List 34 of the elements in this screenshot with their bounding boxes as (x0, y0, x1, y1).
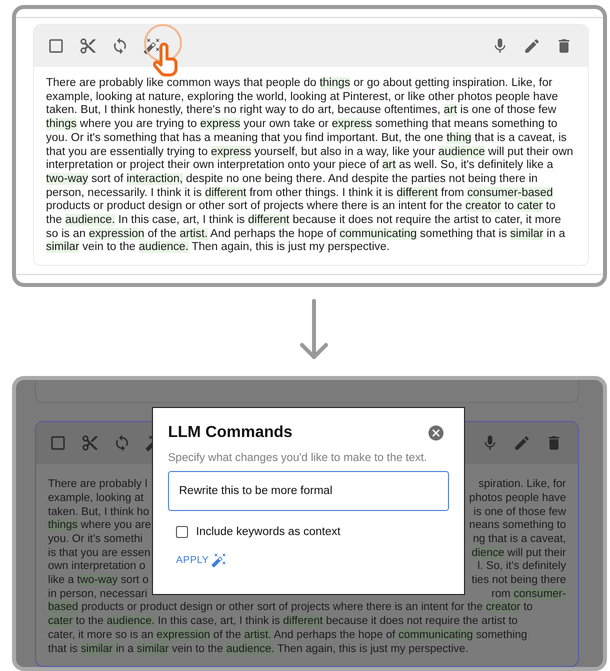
text-line: photos people have (469, 492, 566, 506)
text-line: spiration. Like, for (478, 478, 566, 492)
checkbox-label: Include keywords as context (196, 526, 340, 538)
text-line: example, looking at (48, 492, 144, 506)
scissors-icon[interactable] (78, 36, 98, 56)
apply-button[interactable]: APPLY (174, 550, 229, 570)
down-arrow-icon (298, 299, 328, 362)
text-line: rom consumer- (491, 588, 566, 602)
text-line: you. Or it's somethi (48, 532, 143, 547)
magic-wand-icon (211, 552, 227, 568)
checkbox[interactable] (176, 526, 188, 538)
text-line: neans something to (469, 519, 566, 533)
dialog-subtitle: Specify what changes you'd like to make to the text. (168, 452, 428, 464)
paragraph: There are probably like common ways that people do things or go about getting inspiration. Like, for example, looking at nature, exploring the world, looking at Pinterest, or like other photos people have taken. But, I think honestly, there's no right way to do art, because oftentimes, art is one of those few things where you are trying to express your own take or express something that means something to you. Or it's something that has a meaning that you find important. But, the one thing that is a caveat, is that you are essentially trying to express yourself, but also in a way, like your audience will put their own interpretation or project their own interpretation onto your piece of art as well. So, it's definitely like a two-way sort of interaction, despite no one being there. And despite the parties not being there in person, necessarily. I think it is different from other things. I think it is different from consumer-based products or product design or other sort of projects where there is an intent for the creator to cater to the audience. In this case, art, I think is different because it does not require the artist to cater, it more so is an expression of the artist. And perhaps the hope of communicating something that is similar in a similar vein to the audience. Then again, this is just my perspective. (45, 76, 574, 256)
close-icon[interactable] (427, 424, 445, 442)
text-line: in person, necessari (48, 588, 148, 602)
text-line: ties not being there (472, 574, 566, 588)
text-line: There are probably l (48, 478, 148, 492)
text-line: things where you are (48, 519, 151, 533)
text-line: taken. But, I think ho (48, 506, 150, 520)
text-line: l. So, it's definitely (478, 560, 566, 574)
text-line: is that you are essen (48, 546, 150, 560)
text-line: that is similar in a similar vein to the audience. Then again, this is just my perspective. (48, 642, 468, 656)
scissors-icon[interactable] (80, 433, 100, 454)
command-input-field[interactable]: Rewrite this to be more formal (168, 471, 449, 512)
text-line: based products or product design or other sort of projects where there is an intent for the creator to (48, 601, 533, 616)
text-line: cater to the audience. In this case, art, I think is different because it does not require the artist to (48, 615, 518, 629)
text-line: cater, it more so is an expression of the artist. And perhaps the hope of communicating something (48, 628, 528, 643)
dialog-title: LLM Commands (168, 424, 292, 442)
text-line: is one of those few (473, 506, 566, 520)
text-line: own interpretation o (48, 560, 146, 574)
text-line: dience will put their (472, 546, 566, 560)
text-line: like a two-way sort o (48, 574, 148, 588)
text-line: ng that is a caveat, (472, 532, 566, 547)
